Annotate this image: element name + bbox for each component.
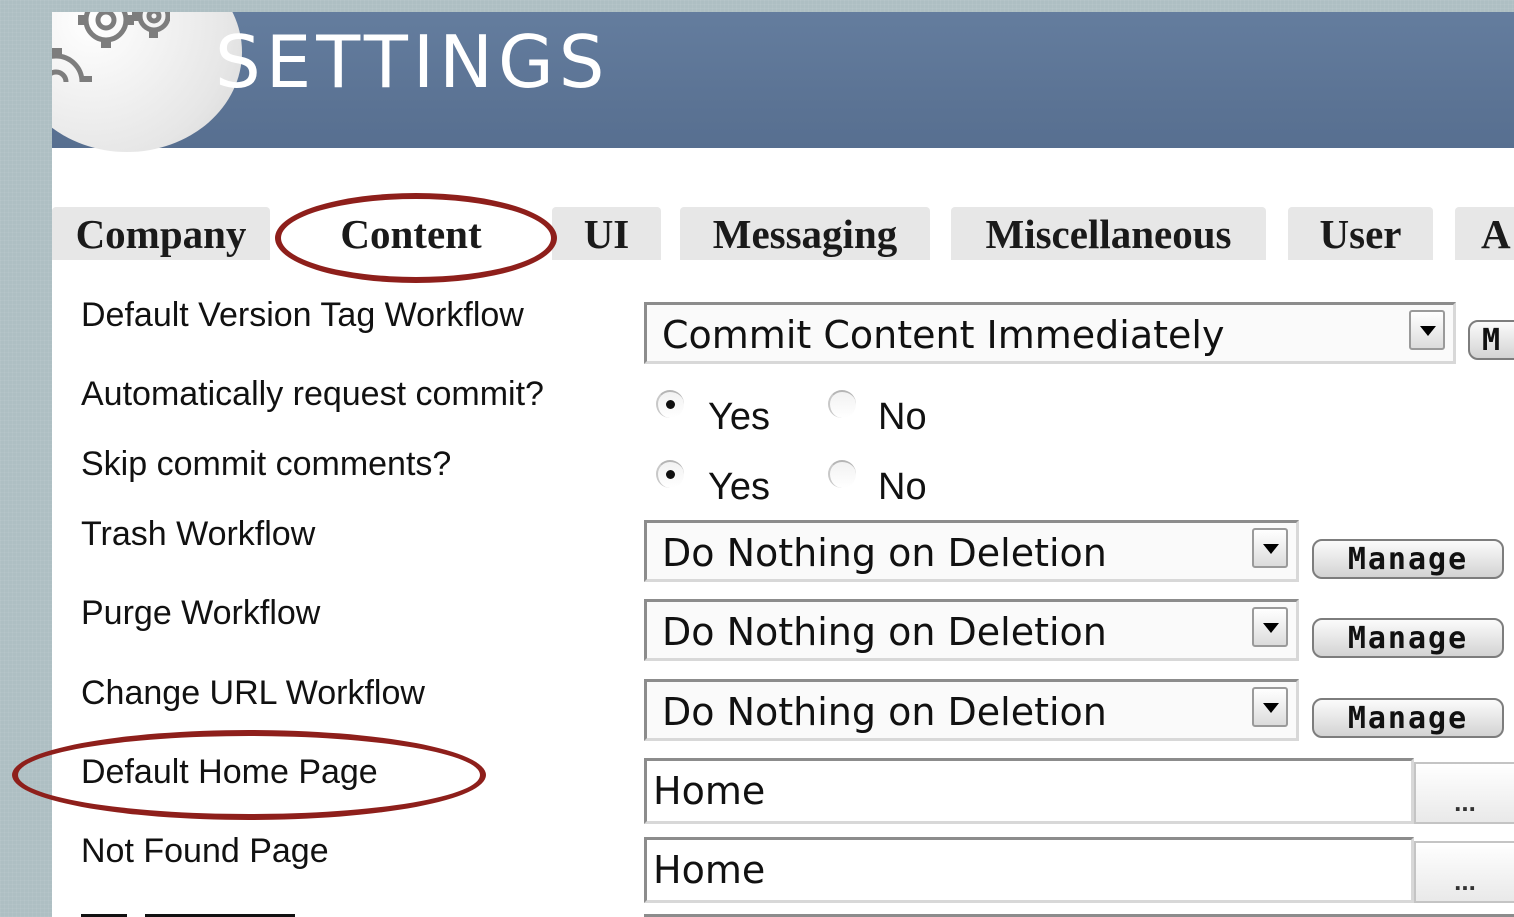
gears-icon <box>52 12 170 82</box>
skip-commit-comments-no-radio[interactable] <box>828 460 856 488</box>
radio-label-yes: Yes <box>708 396 770 438</box>
label-not-found-page: Not Found Page <box>81 832 329 870</box>
select-value: Commit Content Immediately <box>662 313 1225 357</box>
select-value: Do Nothing on Deletion <box>662 531 1107 575</box>
tab-ui[interactable]: UI <box>552 207 661 260</box>
next-row-label-cutoff <box>81 907 311 917</box>
gear-badge <box>52 12 242 152</box>
settings-panel: SETTINGS Company Content UI Messaging Mi… <box>52 12 1514 917</box>
tab-miscellaneous[interactable]: Miscellaneous <box>951 207 1266 260</box>
purge-workflow-select[interactable]: Do Nothing on Deletion <box>644 599 1299 661</box>
label-default-version-tag-workflow: Default Version Tag Workflow <box>81 296 524 334</box>
manage-change-url-workflow-button[interactable]: Manage <box>1312 698 1504 738</box>
tab-company[interactable]: Company <box>52 207 270 260</box>
label-purge-workflow: Purge Workflow <box>81 594 321 632</box>
label-default-home-page: Default Home Page <box>81 753 378 791</box>
input-value: Home <box>653 848 766 892</box>
skip-commit-comments-radio-group: Yes No <box>656 460 976 510</box>
manage-trash-workflow-button[interactable]: Manage <box>1312 539 1504 579</box>
chevron-down-icon <box>1252 607 1288 647</box>
not-found-page-input[interactable]: Home <box>644 837 1414 903</box>
label-skip-commit-comments: Skip commit comments? <box>81 445 452 483</box>
tab-content[interactable]: Content <box>281 207 541 260</box>
settings-header: SETTINGS <box>52 12 1514 152</box>
tab-user[interactable]: User <box>1288 207 1433 260</box>
radio-label-yes: Yes <box>708 466 770 508</box>
trash-workflow-select[interactable]: Do Nothing on Deletion <box>644 520 1299 582</box>
tab-messaging[interactable]: Messaging <box>680 207 930 260</box>
auto-request-commit-yes-radio[interactable] <box>656 390 684 418</box>
radio-label-no: No <box>878 396 927 438</box>
select-value: Do Nothing on Deletion <box>662 690 1107 734</box>
default-home-page-input[interactable]: Home <box>644 758 1414 824</box>
chevron-down-icon <box>1409 310 1445 350</box>
tab-more[interactable]: A <box>1455 207 1514 260</box>
label-trash-workflow: Trash Workflow <box>81 515 316 553</box>
default-version-tag-workflow-select[interactable]: Commit Content Immediately <box>644 302 1456 364</box>
auto-request-commit-radio-group: Yes No <box>656 390 976 440</box>
chevron-down-icon <box>1252 528 1288 568</box>
manage-button[interactable]: M <box>1468 320 1514 360</box>
change-url-workflow-select[interactable]: Do Nothing on Deletion <box>644 679 1299 741</box>
tab-bar: Company Content UI Messaging Miscellaneo… <box>52 207 1514 260</box>
browse-not-found-page-button[interactable]: ... <box>1414 841 1514 903</box>
browse-home-page-button[interactable]: ... <box>1414 762 1514 824</box>
skip-commit-comments-yes-radio[interactable] <box>656 460 684 488</box>
label-auto-request-commit: Automatically request commit? <box>81 375 544 413</box>
chevron-down-icon <box>1252 687 1288 727</box>
auto-request-commit-no-radio[interactable] <box>828 390 856 418</box>
page-title: SETTINGS <box>215 20 610 104</box>
label-change-url-workflow: Change URL Workflow <box>81 674 425 712</box>
radio-label-no: No <box>878 466 927 508</box>
select-value: Do Nothing on Deletion <box>662 610 1107 654</box>
input-value: Home <box>653 769 766 813</box>
manage-purge-workflow-button[interactable]: Manage <box>1312 618 1504 658</box>
